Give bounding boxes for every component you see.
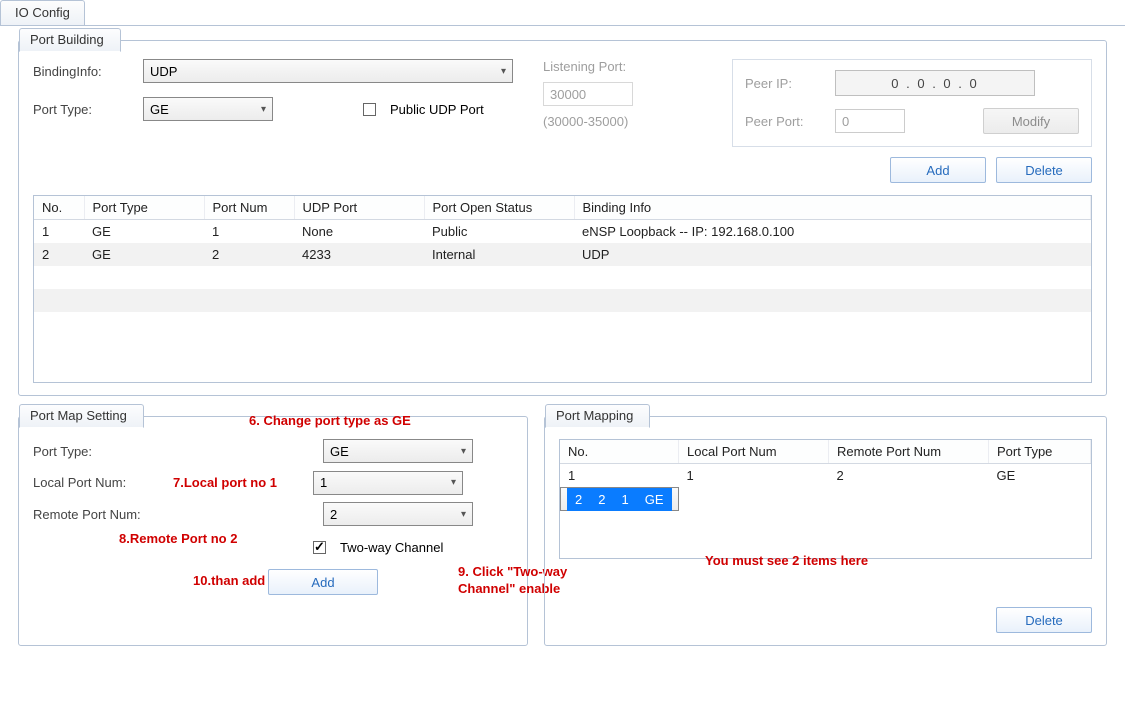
pm-col-no: No.	[560, 440, 679, 464]
table-row	[34, 312, 1091, 335]
peer-port-label: Peer Port:	[745, 114, 825, 129]
chevron-down-icon: ▾	[501, 66, 506, 77]
listening-port-label: Listening Port:	[543, 59, 633, 74]
pms-local-port-select[interactable]: 1 ▾	[313, 471, 463, 495]
pm-col-remote: Remote Port Num	[829, 440, 989, 464]
annotation-6: 6. Change port type as GE	[249, 413, 411, 428]
port-type-label: Port Type:	[33, 102, 133, 117]
peer-ip-input[interactable]: 0 . 0 . 0 . 0	[835, 70, 1035, 96]
pms-remote-port-label: Remote Port Num:	[33, 507, 313, 522]
annotation-10: 10.than add	[193, 573, 265, 588]
port-building-fieldset: Port Building BindingInfo: UDP ▾ Port Ty…	[18, 40, 1107, 396]
table-row[interactable]: 1 GE 1 None Public eNSP Loopback -- IP: …	[34, 220, 1091, 244]
pms-local-port-value: 1	[320, 475, 327, 490]
table-row	[34, 266, 1091, 289]
port-grid[interactable]: No. Port Type Port Num UDP Port Port Ope…	[33, 195, 1092, 383]
port-map-setting-fieldset: Port Map Setting 6. Change port type as …	[18, 416, 528, 646]
pms-local-port-label: Local Port Num:	[33, 475, 163, 490]
pm-col-local: Local Port Num	[679, 440, 829, 464]
col-binding: Binding Info	[574, 196, 1091, 220]
peer-port-input[interactable]: 0	[835, 109, 905, 133]
binding-info-select[interactable]: UDP ▾	[143, 59, 513, 83]
port-mapping-legend: Port Mapping	[545, 404, 650, 428]
chevron-down-icon: ▾	[461, 446, 466, 457]
port-mapping-grid[interactable]: No. Local Port Num Remote Port Num Port …	[559, 439, 1092, 559]
tab-io-config[interactable]: IO Config	[0, 0, 85, 25]
col-no: No.	[34, 196, 84, 220]
col-porttype: Port Type	[84, 196, 204, 220]
modify-button[interactable]: Modify	[983, 108, 1079, 134]
pms-port-type-select[interactable]: GE ▾	[323, 439, 473, 463]
delete-button[interactable]: Delete	[996, 157, 1092, 183]
annotation-8: 8.Remote Port no 2	[119, 531, 237, 546]
listening-port-range: (30000-35000)	[543, 114, 633, 129]
pm-col-type: Port Type	[989, 440, 1091, 464]
col-status: Port Open Status	[424, 196, 574, 220]
annotation-must: You must see 2 items here	[705, 553, 868, 568]
main-tab-strip: IO Config	[0, 0, 1125, 26]
port-map-setting-legend: Port Map Setting	[19, 404, 144, 428]
chevron-down-icon: ▾	[461, 509, 466, 520]
add-button[interactable]: Add	[890, 157, 986, 183]
port-mapping-fieldset: Port Mapping No. Local Port Num Remote P…	[544, 416, 1107, 646]
peer-ip-value: 0 . 0 . 0 . 0	[891, 76, 978, 91]
checkbox-icon	[363, 103, 376, 116]
col-portnum: Port Num	[204, 196, 294, 220]
public-udp-checkbox[interactable]: Public UDP Port	[363, 102, 484, 117]
peer-box: Peer IP: 0 . 0 . 0 . 0 Peer Port: 0 Modi…	[732, 59, 1092, 147]
binding-info-label: BindingInfo:	[33, 64, 133, 79]
peer-port-value: 0	[842, 114, 849, 129]
pms-add-button[interactable]: Add	[268, 569, 378, 595]
pms-port-type-value: GE	[330, 444, 349, 459]
peer-ip-label: Peer IP:	[745, 76, 825, 91]
pm-delete-button[interactable]: Delete	[996, 607, 1092, 633]
table-row	[34, 289, 1091, 312]
two-way-checkbox[interactable]: Two-way Channel	[313, 540, 443, 555]
binding-info-value: UDP	[150, 64, 177, 79]
pms-port-type-label: Port Type:	[33, 444, 313, 459]
table-row[interactable]: 2 2 1 GE	[560, 487, 679, 511]
two-way-label: Two-way Channel	[340, 540, 443, 555]
port-type-select[interactable]: GE ▾	[143, 97, 273, 121]
port-type-value: GE	[150, 102, 169, 117]
listening-port-input[interactable]: 30000	[543, 82, 633, 106]
chevron-down-icon: ▾	[261, 104, 266, 115]
port-building-legend: Port Building	[19, 28, 121, 52]
col-udpport: UDP Port	[294, 196, 424, 220]
table-row[interactable]: 2 GE 2 4233 Internal UDP	[34, 243, 1091, 266]
annotation-7: 7.Local port no 1	[173, 475, 277, 490]
public-udp-label: Public UDP Port	[390, 102, 484, 117]
grid-header-row: No. Port Type Port Num UDP Port Port Ope…	[34, 196, 1091, 220]
pms-remote-port-value: 2	[330, 507, 337, 522]
pms-remote-port-select[interactable]: 2 ▾	[323, 502, 473, 526]
listening-port-value: 30000	[550, 87, 586, 102]
table-row[interactable]: 1 1 2 GE	[560, 464, 1091, 488]
checkbox-icon	[313, 541, 326, 554]
grid-header-row: No. Local Port Num Remote Port Num Port …	[560, 440, 1091, 464]
chevron-down-icon: ▾	[451, 477, 456, 488]
